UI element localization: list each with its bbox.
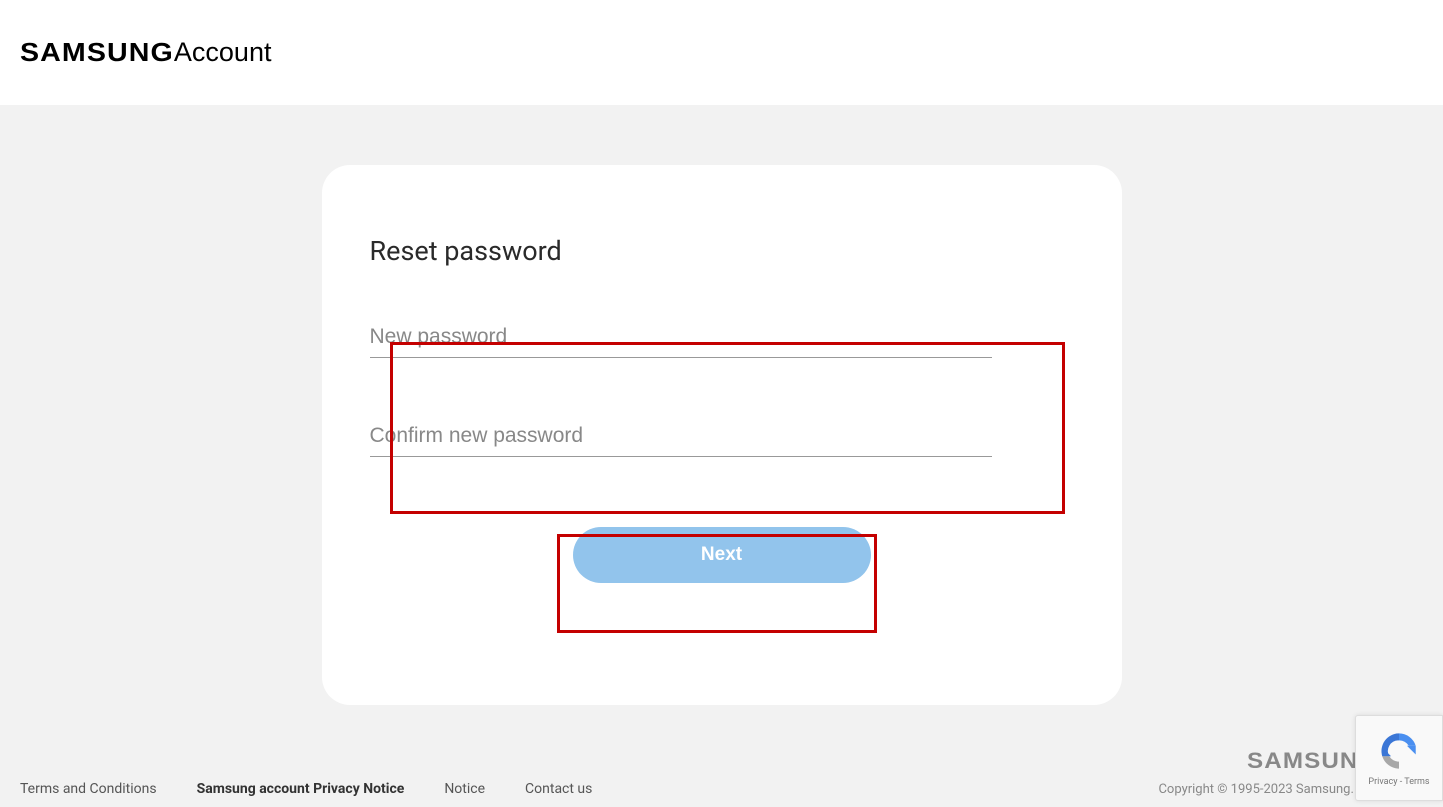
next-button[interactable]: Next bbox=[573, 527, 871, 583]
footer-link-privacy[interactable]: Samsung account Privacy Notice bbox=[197, 781, 405, 797]
recaptcha-privacy-link[interactable]: Privacy bbox=[1368, 777, 1397, 787]
confirm-password-wrapper bbox=[370, 416, 1074, 457]
footer-link-contact[interactable]: Contact us bbox=[525, 781, 592, 797]
new-password-wrapper bbox=[370, 317, 1074, 358]
footer-link-terms[interactable]: Terms and Conditions bbox=[20, 781, 157, 797]
footer-links: Terms and Conditions Samsung account Pri… bbox=[20, 781, 592, 797]
new-password-input[interactable] bbox=[370, 317, 992, 358]
recaptcha-links: Privacy - Terms bbox=[1368, 777, 1429, 787]
footer-link-notice[interactable]: Notice bbox=[444, 781, 485, 797]
recaptcha-badge[interactable]: Privacy - Terms bbox=[1355, 715, 1443, 801]
page-title: Reset password bbox=[370, 235, 1074, 267]
recaptcha-terms-link[interactable]: Terms bbox=[1404, 777, 1429, 787]
recaptcha-icon bbox=[1377, 729, 1421, 773]
content-area: Reset password Next bbox=[0, 105, 1443, 725]
logo-suffix-text: Account bbox=[174, 37, 272, 68]
logo-brand-text: SAMSUNG bbox=[20, 37, 174, 68]
footer: Terms and Conditions Samsung account Pri… bbox=[0, 725, 1443, 807]
confirm-password-input[interactable] bbox=[370, 416, 992, 457]
header: SAMSUNG Account bbox=[0, 0, 1443, 105]
logo[interactable]: SAMSUNG Account bbox=[20, 37, 271, 68]
reset-password-card: Reset password Next bbox=[322, 165, 1122, 705]
